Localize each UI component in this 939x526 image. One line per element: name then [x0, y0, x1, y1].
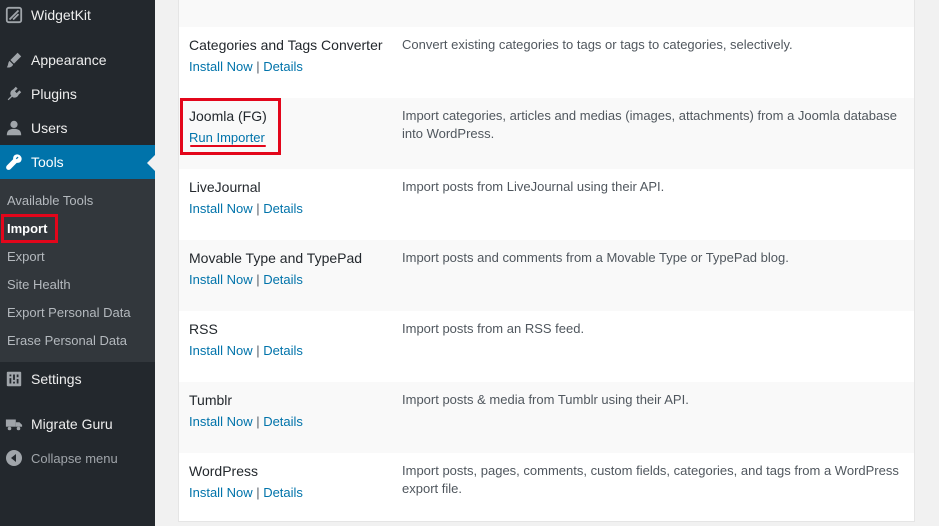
details-link[interactable]: Details: [263, 414, 303, 429]
menu-label-widgetkit: WidgetKit: [31, 7, 91, 23]
table-row: LiveJournal Install Now | Details Import…: [179, 169, 914, 240]
install-now-link[interactable]: Install Now: [189, 414, 253, 429]
collapse-menu-label: Collapse menu: [31, 450, 118, 466]
submenu-available-tools[interactable]: Available Tools: [7, 193, 93, 208]
importer-name: WordPress: [189, 463, 258, 479]
plug-icon: [4, 84, 24, 104]
tools-submenu: Available Tools Import Export Site Healt…: [0, 179, 155, 362]
menu-label-plugins: Plugins: [31, 86, 77, 102]
details-link[interactable]: Details: [263, 485, 303, 500]
widgetkit-icon: [4, 5, 24, 25]
submenu-site-health[interactable]: Site Health: [7, 277, 71, 292]
importer-description: Import posts from an RSS feed.: [402, 321, 585, 336]
wrench-icon: [4, 152, 24, 172]
table-row: Movable Type and TypePad Install Now | D…: [179, 240, 914, 311]
table-row-partial: [179, 0, 914, 27]
link-separator: |: [252, 201, 264, 216]
importer-actions: Install Now | Details: [189, 485, 303, 500]
truck-icon: [4, 414, 24, 434]
import-highlight-box: [1, 214, 58, 243]
importer-actions: Install Now | Details: [189, 59, 303, 74]
importer-description: Import posts & media from Tumblr using t…: [402, 392, 689, 407]
details-link[interactable]: Details: [263, 59, 303, 74]
link-separator: |: [252, 343, 264, 358]
menu-item-settings[interactable]: Settings: [0, 362, 155, 396]
install-now-link[interactable]: Install Now: [189, 59, 253, 74]
importer-actions: Install Now | Details: [189, 343, 303, 358]
install-now-link[interactable]: Install Now: [189, 272, 253, 287]
menu-item-appearance[interactable]: Appearance: [0, 43, 155, 77]
details-link[interactable]: Details: [263, 201, 303, 216]
table-row: Tumblr Install Now | Details Import post…: [179, 382, 914, 453]
table-row: Joomla (FG) Run Importer Import categori…: [179, 98, 914, 169]
link-separator: |: [252, 272, 264, 287]
importer-description: Import categories, articles and medias (…: [402, 108, 897, 141]
importer-description: Import posts from LiveJournal using thei…: [402, 179, 665, 194]
menu-label-migrate-guru: Migrate Guru: [31, 416, 113, 432]
details-link[interactable]: Details: [263, 343, 303, 358]
importer-name: Tumblr: [189, 392, 233, 408]
importer-actions: Install Now | Details: [189, 201, 303, 216]
importer-description: Convert existing categories to tags or t…: [402, 37, 793, 52]
menu-item-widgetkit[interactable]: WidgetKit: [0, 0, 155, 32]
link-separator: |: [252, 414, 264, 429]
importers-table: Categories and Tags Converter Install No…: [178, 0, 915, 522]
collapse-arrow-icon: [4, 448, 24, 468]
menu-item-tools[interactable]: Tools: [0, 145, 155, 179]
link-separator: |: [252, 485, 264, 500]
table-row: WordPress Install Now | Details Import p…: [179, 453, 914, 522]
table-row: Categories and Tags Converter Install No…: [179, 27, 914, 98]
menu-item-plugins[interactable]: Plugins: [0, 77, 155, 111]
install-now-link[interactable]: Install Now: [189, 485, 253, 500]
details-link[interactable]: Details: [263, 272, 303, 287]
sliders-icon: [4, 369, 24, 389]
collapse-menu-button[interactable]: Collapse menu: [0, 441, 155, 475]
table-row: RSS Install Now | Details Import posts f…: [179, 311, 914, 382]
admin-sidebar: WidgetKit Appearance Plugins Users Tools…: [0, 0, 155, 526]
importer-name: Categories and Tags Converter: [189, 37, 383, 53]
link-separator: |: [252, 59, 264, 74]
menu-label-appearance: Appearance: [31, 52, 107, 68]
run-importer-underline: [190, 145, 266, 147]
importer-name: Movable Type and TypePad: [189, 250, 363, 266]
menu-label-settings: Settings: [31, 371, 82, 387]
importer-description: Import posts, pages, comments, custom fi…: [402, 463, 899, 496]
submenu-export-personal-data[interactable]: Export Personal Data: [7, 305, 131, 320]
importer-description: Import posts and comments from a Movable…: [402, 250, 789, 265]
importer-actions: Install Now | Details: [189, 272, 303, 287]
user-icon: [4, 118, 24, 138]
install-now-link[interactable]: Install Now: [189, 201, 253, 216]
paintbrush-icon: [4, 50, 24, 70]
submenu-erase-personal-data[interactable]: Erase Personal Data: [7, 333, 127, 348]
menu-item-users[interactable]: Users: [0, 111, 155, 145]
menu-label-tools: Tools: [31, 154, 64, 170]
importer-actions: Install Now | Details: [189, 414, 303, 429]
install-now-link[interactable]: Install Now: [189, 343, 253, 358]
menu-item-migrate-guru[interactable]: Migrate Guru: [0, 407, 155, 441]
submenu-export[interactable]: Export: [7, 249, 45, 264]
importer-name: RSS: [189, 321, 218, 337]
importer-name: LiveJournal: [189, 179, 261, 195]
menu-label-users: Users: [31, 120, 68, 136]
